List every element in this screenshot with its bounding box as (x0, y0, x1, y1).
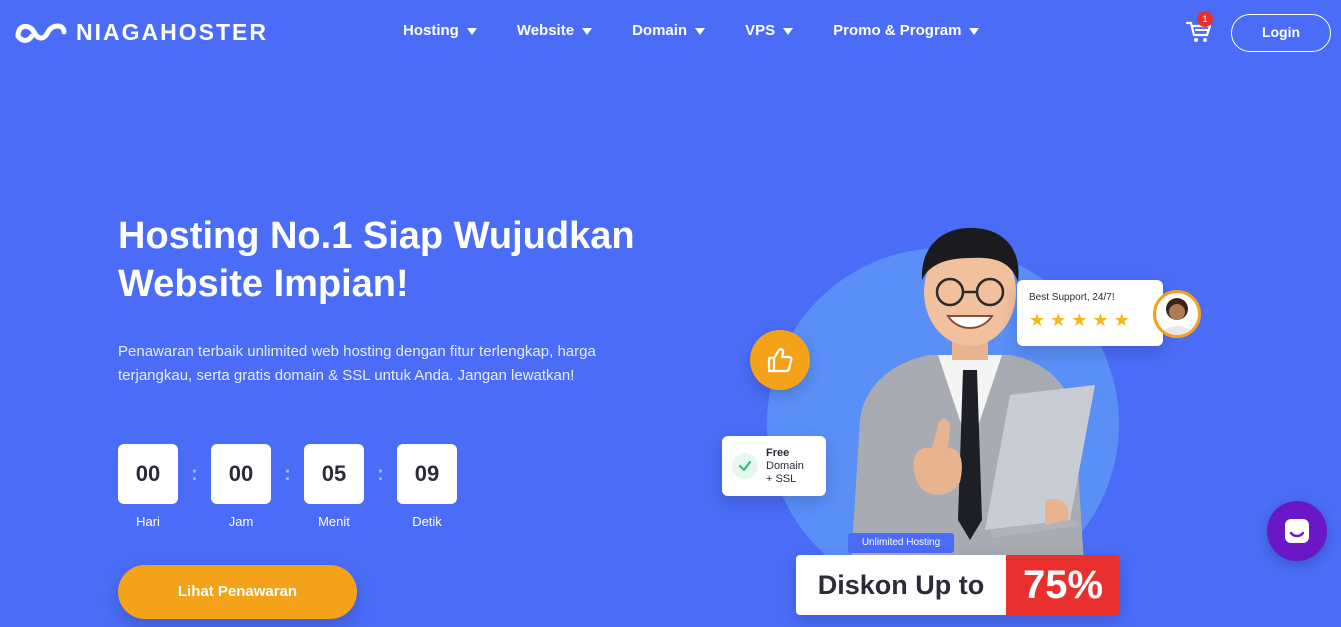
discount-text: Diskon Up to (796, 555, 1006, 615)
countdown-value: 00 (118, 444, 178, 504)
free-domain-ssl-card: Free Domain + SSL (722, 436, 826, 496)
countdown-separator: : (377, 463, 384, 485)
hero-description: Penawaran terbaik unlimited web hosting … (118, 343, 596, 384)
niagahoster-logo-icon (15, 23, 67, 43)
unlimited-hosting-tag: Unlimited Hosting (848, 533, 954, 553)
caret-down-icon (466, 27, 477, 35)
brand-name: NIAGAHOSTER (76, 18, 268, 45)
view-offer-button[interactable]: Lihat Penawaran (118, 565, 357, 619)
brand-logo[interactable]: NIAGAHOSTER (14, 18, 268, 46)
agent-avatar-illustration (1156, 293, 1198, 335)
caret-down-icon (783, 27, 794, 35)
caret-down-icon (695, 27, 706, 35)
ssl-line-domain: Domain (766, 459, 804, 472)
caret-down-icon (582, 27, 593, 35)
menu-item-hosting[interactable]: Hosting (403, 22, 477, 39)
countdown-value: 05 (304, 444, 364, 504)
chat-icon (1285, 519, 1309, 543)
menu-item-label: Hosting (403, 22, 459, 39)
thumbs-up-icon (767, 348, 793, 373)
live-chat-button[interactable] (1267, 501, 1327, 561)
star-icon: ★ (1050, 310, 1067, 330)
menu-item-label: VPS (745, 22, 776, 39)
top-navigation: NIAGAHOSTER Hosting Website Domain VPS P… (0, 0, 1341, 64)
hero-title: Hosting No.1 Siap Wujudkan Website Impia… (118, 215, 635, 305)
menu-item-domain[interactable]: Domain (632, 22, 706, 39)
star-icon: ★ (1029, 310, 1046, 330)
ssl-line-free: Free (766, 446, 790, 459)
menu-item-vps[interactable]: VPS (745, 22, 794, 39)
rating-stars: ★ ★ ★ ★ ★ (1029, 311, 1151, 329)
menu-item-label: Domain (632, 22, 688, 39)
login-button[interactable]: Login (1231, 14, 1331, 52)
countdown-label: Hari (136, 514, 160, 529)
check-icon (732, 453, 758, 479)
man-with-laptop-illustration (850, 227, 1095, 580)
countdown-separator: : (191, 463, 198, 485)
menu-item-label: Promo & Program (833, 22, 962, 39)
countdown-days: 00 Hari (118, 444, 178, 529)
support-agent-avatar (1153, 290, 1201, 338)
countdown-label: Jam (228, 514, 254, 529)
star-icon: ★ (1092, 310, 1109, 330)
countdown-seconds: 09 Detik (397, 444, 457, 529)
ssl-line-ssl: + SSL (766, 472, 797, 485)
menu-item-promo-program[interactable]: Promo & Program (833, 22, 980, 39)
free-domain-ssl-text: Free Domain + SSL (766, 447, 804, 486)
countdown-minutes: 05 Menit (304, 444, 364, 529)
thumbs-up-badge (750, 330, 810, 390)
hero-illustration: Best Support, 24/7! ★ ★ ★ ★ ★ Free Domai… (700, 200, 1220, 627)
countdown-label: Menit (318, 514, 350, 529)
countdown-value: 00 (211, 444, 271, 504)
menu-item-label: Website (516, 22, 575, 39)
star-icon: ★ (1113, 310, 1130, 330)
discount-value: 75% (1006, 555, 1120, 615)
support-rating-card: Best Support, 24/7! ★ ★ ★ ★ ★ (1017, 280, 1163, 346)
cart-count-badge: 1 (1197, 11, 1213, 27)
countdown-hours: 00 Jam (211, 444, 271, 529)
countdown-value: 09 (397, 444, 457, 504)
support-text: Best Support, 24/7! (1029, 292, 1115, 303)
discount-banner: Diskon Up to 75% (796, 555, 1120, 615)
caret-down-icon (969, 27, 980, 35)
star-icon: ★ (1071, 310, 1088, 330)
main-menu: Hosting Website Domain VPS Promo & Progr… (403, 22, 1019, 39)
countdown-separator: : (284, 463, 291, 485)
menu-item-website[interactable]: Website (516, 22, 593, 39)
countdown-timer: 00 Hari : 00 Jam : 05 Menit : 09 Detik (118, 444, 457, 529)
countdown-label: Detik (412, 514, 442, 529)
